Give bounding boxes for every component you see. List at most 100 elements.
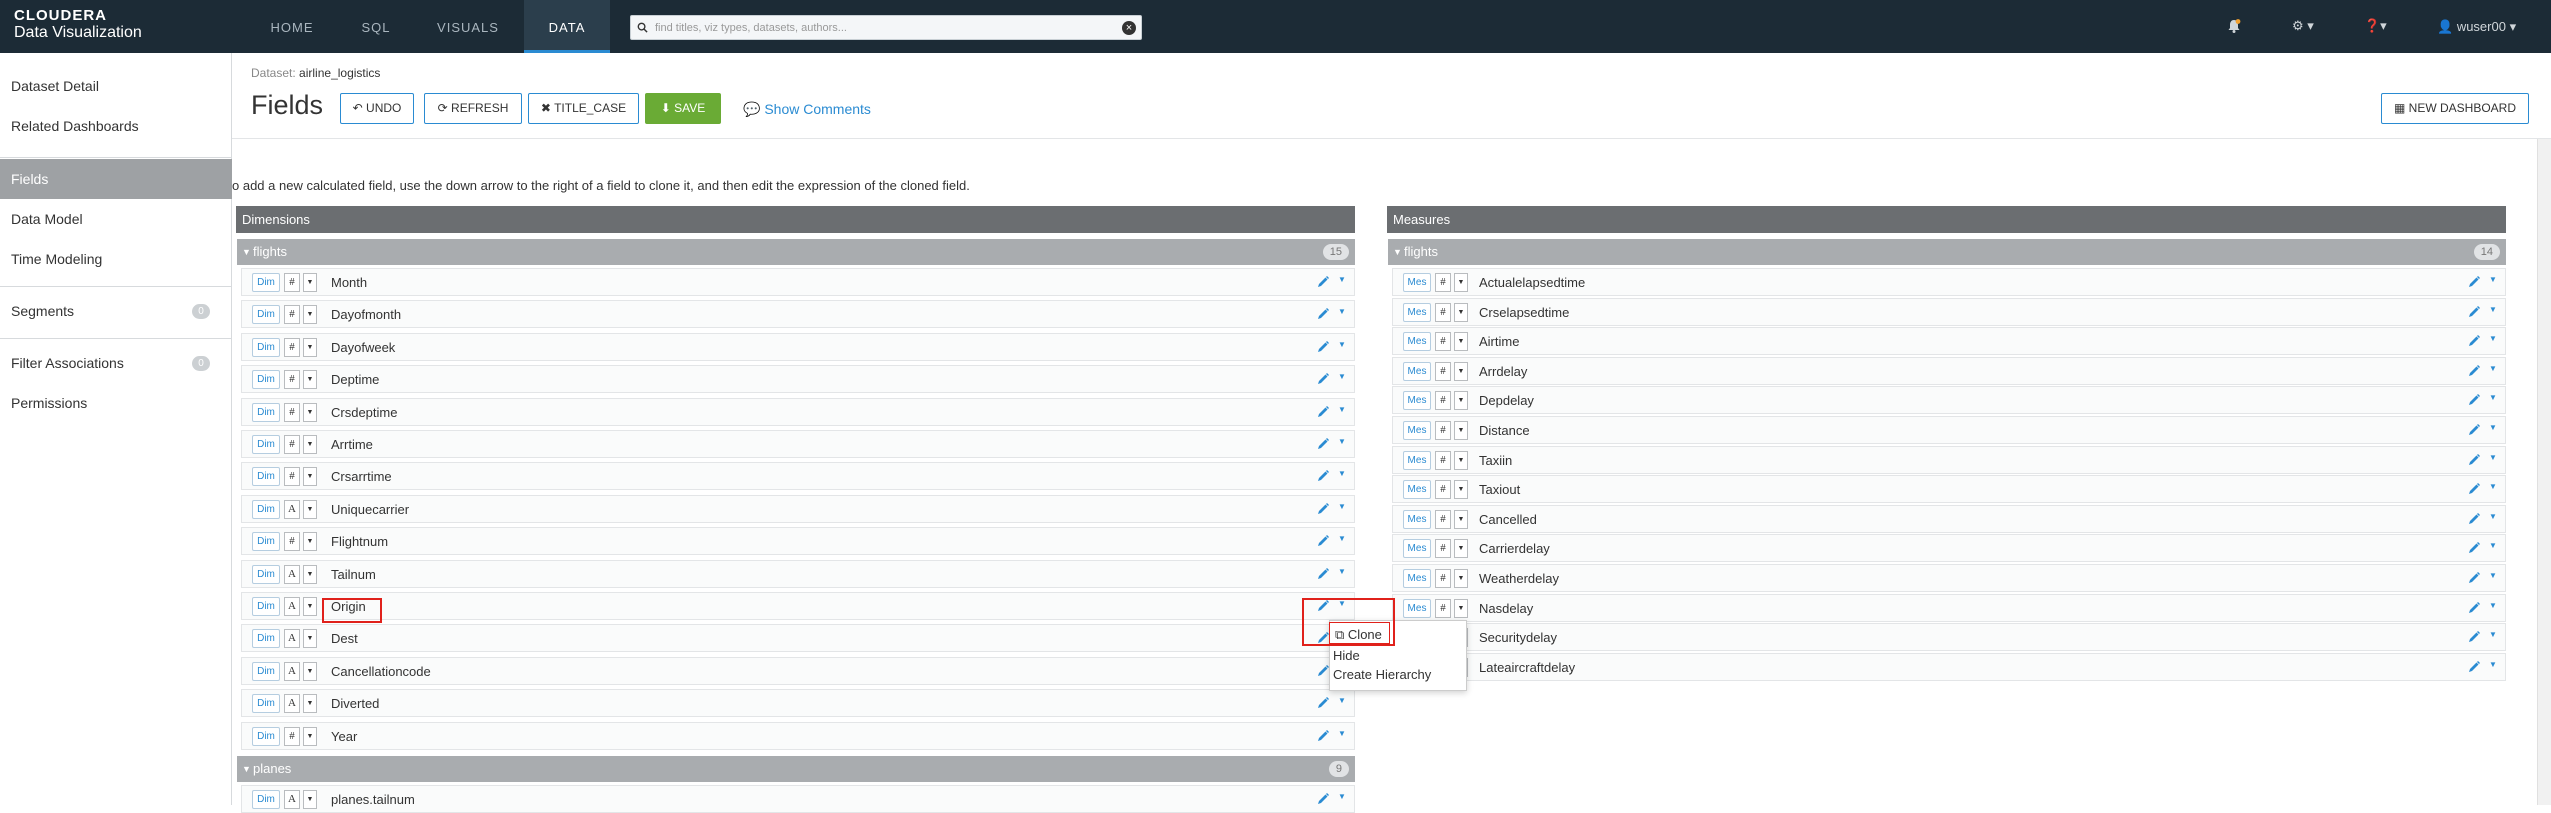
sidebar-item-dataset-detail[interactable]: Dataset Detail	[0, 66, 232, 106]
field-type-icon[interactable]: #	[284, 467, 300, 487]
undo-button[interactable]: ↶ UNDO	[340, 93, 414, 124]
field-actions-dropdown[interactable]: ▼	[2489, 364, 2497, 373]
menu-item-hide[interactable]: Hide	[1333, 648, 1360, 663]
edit-pencil-icon[interactable]	[1316, 664, 1330, 678]
field-type-dropdown[interactable]: ▼	[303, 402, 317, 422]
show-comments-link[interactable]: 💬 Show Comments	[743, 101, 871, 118]
field-kind-toggle[interactable]: Dim	[252, 564, 280, 584]
field-type-dropdown[interactable]: ▼	[1454, 361, 1468, 381]
edit-pencil-icon[interactable]	[1316, 437, 1330, 451]
field-actions-dropdown[interactable]: ▼	[2489, 630, 2497, 639]
sidebar-item-time-modeling[interactable]: Time Modeling	[0, 239, 232, 279]
field-actions-dropdown[interactable]: ▼	[1338, 307, 1346, 316]
edit-pencil-icon[interactable]	[1316, 792, 1330, 806]
edit-pencil-icon[interactable]	[2467, 541, 2481, 555]
edit-pencil-icon[interactable]	[2467, 601, 2481, 615]
field-kind-toggle[interactable]: Mes	[1403, 421, 1431, 440]
sidebar-item-data-model[interactable]: Data Model	[0, 199, 232, 239]
field-kind-toggle[interactable]: Mes	[1403, 569, 1431, 588]
field-type-dropdown[interactable]: ▼	[303, 532, 317, 552]
field-type-icon[interactable]: A	[284, 790, 300, 809]
field-actions-dropdown[interactable]: ▼	[1338, 534, 1346, 543]
field-kind-toggle[interactable]: Dim	[252, 435, 280, 454]
field-actions-dropdown[interactable]: ▼	[1338, 372, 1346, 381]
field-kind-toggle[interactable]: Mes	[1403, 450, 1431, 470]
field-type-dropdown[interactable]: ▼	[303, 305, 317, 325]
field-actions-dropdown[interactable]: ▼	[2489, 512, 2497, 521]
field-kind-toggle[interactable]: Mes	[1403, 509, 1431, 529]
field-kind-toggle[interactable]: Dim	[252, 661, 280, 681]
field-type-dropdown[interactable]: ▼	[303, 564, 317, 584]
notifications-bell-icon[interactable]	[2226, 18, 2242, 37]
field-type-icon[interactable]: A	[284, 661, 300, 681]
field-kind-toggle[interactable]: Dim	[252, 499, 280, 519]
edit-pencil-icon[interactable]	[1316, 469, 1330, 483]
field-kind-toggle[interactable]: Dim	[252, 467, 280, 487]
edit-pencil-icon[interactable]	[2467, 453, 2481, 467]
field-type-dropdown[interactable]: ▼	[1454, 539, 1468, 559]
field-type-dropdown[interactable]: ▼	[1454, 569, 1468, 588]
field-actions-dropdown[interactable]: ▼	[2489, 571, 2497, 580]
search-box[interactable]: find titles, viz types, datasets, author…	[630, 15, 1142, 40]
field-actions-dropdown[interactable]: ▼	[1338, 405, 1346, 414]
field-type-dropdown[interactable]: ▼	[303, 694, 317, 714]
edit-pencil-icon[interactable]	[1316, 372, 1330, 386]
field-type-dropdown[interactable]: ▼	[1454, 332, 1468, 352]
field-actions-dropdown[interactable]: ▼	[2489, 393, 2497, 402]
field-actions-dropdown[interactable]: ▼	[2489, 453, 2497, 462]
field-type-icon[interactable]: #	[284, 435, 300, 454]
edit-pencil-icon[interactable]	[1316, 534, 1330, 548]
field-type-icon[interactable]: #	[1435, 332, 1451, 352]
edit-pencil-icon[interactable]	[1316, 502, 1330, 516]
field-type-dropdown[interactable]: ▼	[303, 435, 317, 454]
edit-pencil-icon[interactable]	[2467, 660, 2481, 674]
clear-search-icon[interactable]: ×	[1122, 21, 1136, 35]
edit-pencil-icon[interactable]	[1316, 340, 1330, 354]
field-kind-toggle[interactable]: Dim	[252, 402, 280, 422]
field-type-dropdown[interactable]: ▼	[303, 499, 317, 519]
field-kind-toggle[interactable]: Dim	[252, 273, 280, 292]
field-kind-toggle[interactable]: Dim	[252, 370, 280, 390]
sidebar-item-related-dashboards[interactable]: Related Dashboards	[0, 106, 232, 146]
edit-pencil-icon[interactable]	[2467, 364, 2481, 378]
field-kind-toggle[interactable]: Mes	[1403, 273, 1431, 292]
field-type-icon[interactable]: A	[284, 694, 300, 714]
field-type-dropdown[interactable]: ▼	[303, 273, 317, 292]
edit-pencil-icon[interactable]	[1316, 567, 1330, 581]
tab-data[interactable]: DATA	[524, 0, 610, 53]
field-kind-toggle[interactable]: Dim	[252, 532, 280, 552]
field-kind-toggle[interactable]: Mes	[1403, 539, 1431, 559]
group-header-flights[interactable]: ▼ flights 14	[1388, 239, 2506, 265]
field-type-dropdown[interactable]: ▼	[303, 726, 317, 746]
field-actions-dropdown[interactable]: ▼	[1338, 792, 1346, 801]
sidebar-item-fields[interactable]: Fields	[0, 159, 232, 199]
field-actions-dropdown[interactable]: ▼	[1338, 340, 1346, 349]
field-type-icon[interactable]: #	[284, 273, 300, 292]
group-header-planes[interactable]: ▼ planes 9	[237, 756, 1355, 782]
logo[interactable]: CLOUDERA Data Visualization	[14, 7, 142, 42]
sidebar-item-permissions[interactable]: Permissions	[0, 383, 232, 423]
field-type-icon[interactable]: #	[1435, 480, 1451, 500]
field-kind-toggle[interactable]: Mes	[1403, 598, 1431, 618]
field-actions-dropdown[interactable]: ▼	[2489, 541, 2497, 550]
field-type-dropdown[interactable]: ▼	[303, 370, 317, 390]
field-type-icon[interactable]: #	[1435, 391, 1451, 411]
field-type-icon[interactable]: #	[284, 726, 300, 746]
field-type-icon[interactable]: #	[284, 370, 300, 390]
edit-pencil-icon[interactable]	[1316, 696, 1330, 710]
group-header-flights[interactable]: ▼ flights 15	[237, 239, 1355, 265]
field-actions-dropdown[interactable]: ▼	[2489, 334, 2497, 343]
field-kind-toggle[interactable]: Mes	[1403, 391, 1431, 411]
field-type-icon[interactable]: #	[284, 532, 300, 552]
field-actions-dropdown[interactable]: ▼	[2489, 482, 2497, 491]
field-type-icon[interactable]: #	[1435, 421, 1451, 440]
edit-pencil-icon[interactable]	[2467, 482, 2481, 496]
edit-pencil-icon[interactable]	[1316, 729, 1330, 743]
field-actions-dropdown[interactable]: ▼	[1338, 567, 1346, 576]
field-type-icon[interactable]: #	[284, 402, 300, 422]
field-type-dropdown[interactable]: ▼	[1454, 598, 1468, 618]
field-actions-dropdown[interactable]: ▼	[2489, 275, 2497, 284]
edit-pencil-icon[interactable]	[2467, 571, 2481, 585]
save-button[interactable]: ⬇ SAVE	[645, 93, 721, 124]
edit-pencil-icon[interactable]	[2467, 305, 2481, 319]
